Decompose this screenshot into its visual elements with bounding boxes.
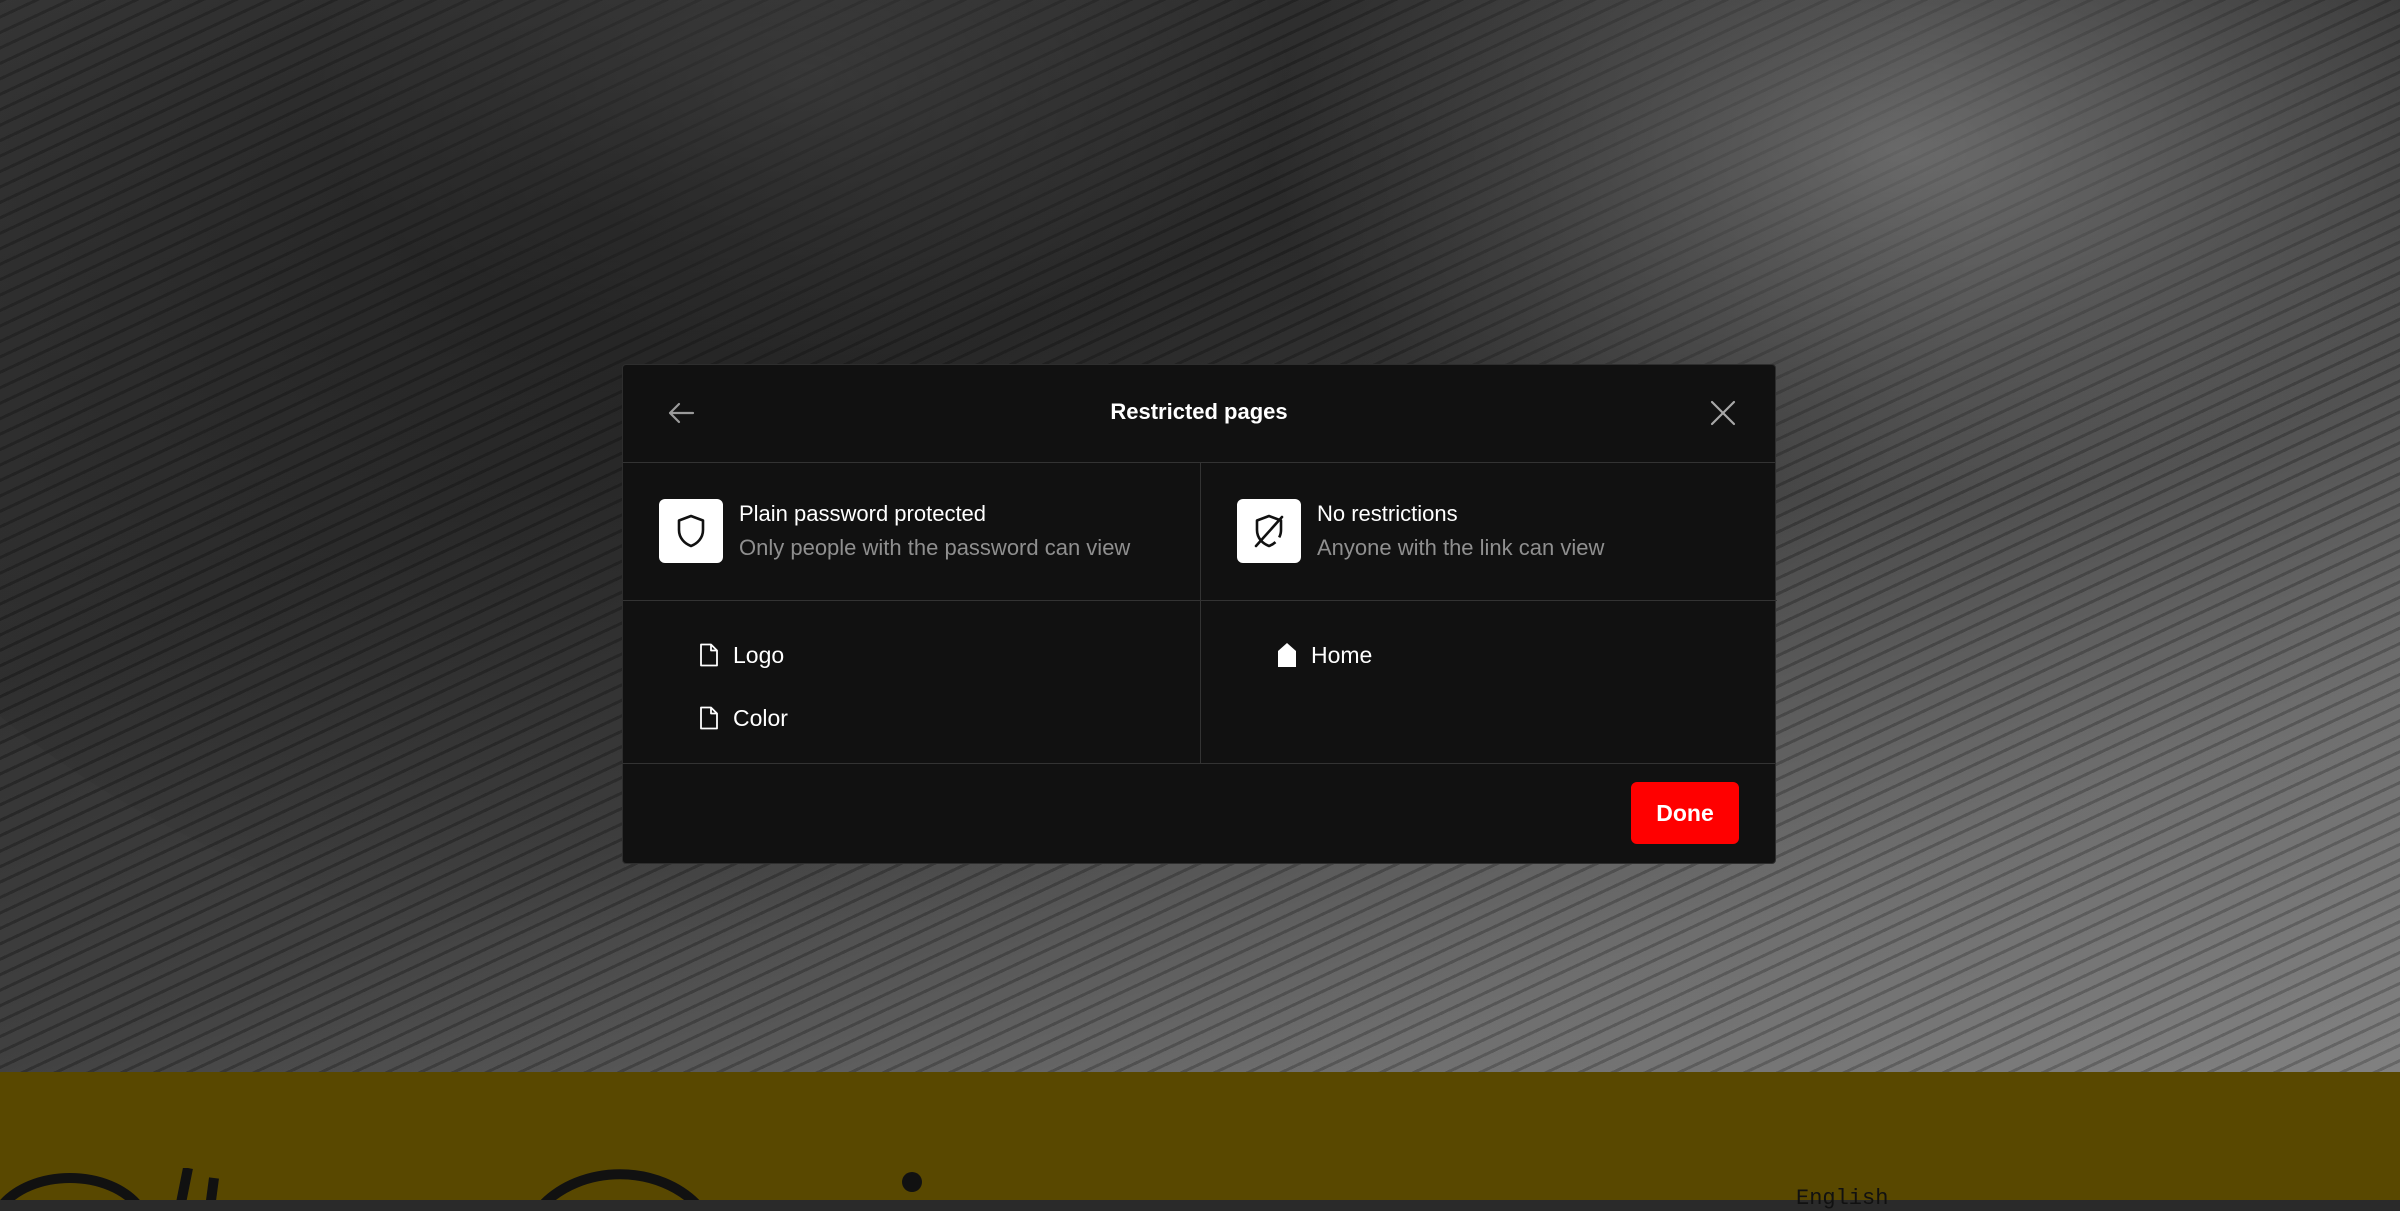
column-subtitle: Only people with the password can view (739, 535, 1131, 560)
page-item-label: Logo (733, 641, 785, 668)
close-button[interactable] (1705, 395, 1741, 431)
column-header: Plain password protected Only people wit… (623, 463, 1200, 601)
column-header: No restrictions Anyone with the link can… (1201, 463, 1777, 601)
shield-off-icon (1254, 514, 1284, 548)
file-icon (699, 705, 721, 731)
home-icon (1277, 642, 1299, 668)
footer-wordmark-logo (0, 1168, 922, 1200)
page-item-color[interactable]: Color (699, 702, 788, 734)
password-protected-column: Plain password protected Only people wit… (623, 463, 1201, 763)
column-subtitle: Anyone with the link can view (1317, 535, 1605, 560)
restriction-columns: Plain password protected Only people wit… (623, 463, 1777, 763)
page-item-label: Home (1311, 641, 1373, 668)
modal-header: Restricted pages (623, 365, 1775, 463)
shield-icon (677, 514, 705, 548)
shield-badge (659, 499, 723, 563)
page-item-home[interactable]: Home (1277, 639, 1372, 671)
file-icon (699, 642, 721, 668)
page-item-label: Color (733, 704, 788, 731)
no-restrictions-column: No restrictions Anyone with the link can… (1201, 463, 1777, 763)
column-title: No restrictions (1317, 501, 1458, 526)
modal-title: Restricted pages (1110, 399, 1288, 424)
modal-footer: Done (623, 763, 1775, 865)
close-icon (1710, 400, 1736, 426)
page-item-logo[interactable]: Logo (699, 639, 784, 671)
done-button[interactable]: Done (1631, 782, 1739, 844)
footer-band (0, 1072, 2400, 1200)
column-title: Plain password protected (739, 501, 987, 526)
language-selector[interactable]: English (1796, 1186, 1888, 1211)
shield-off-badge (1237, 499, 1301, 563)
restricted-pages-modal: Restricted pages Plain password protecte… (622, 364, 1777, 865)
